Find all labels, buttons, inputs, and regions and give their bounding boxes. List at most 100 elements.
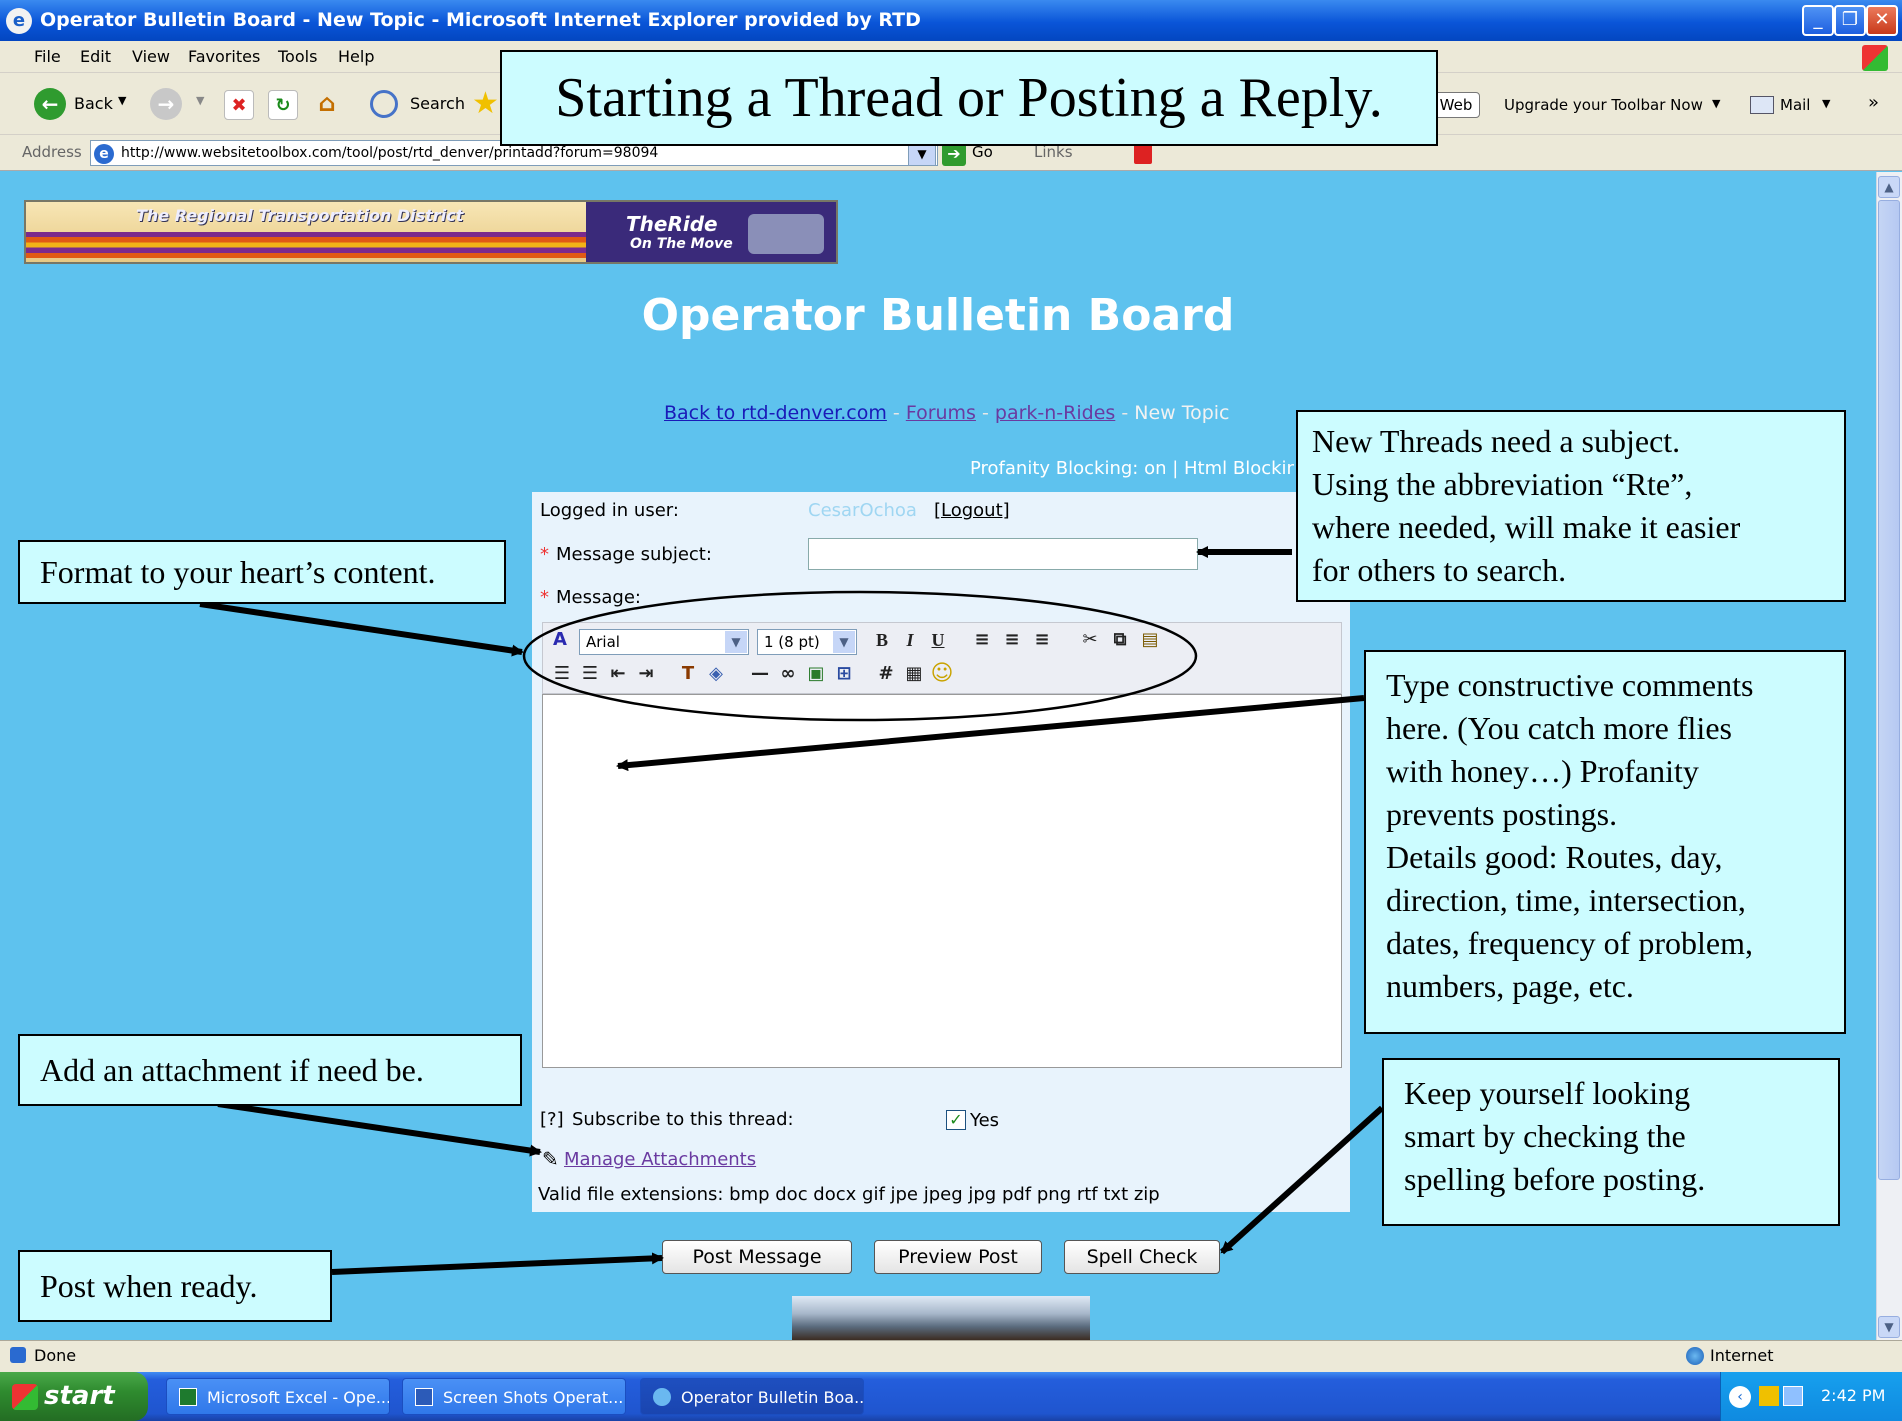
mail-dropdown-icon[interactable]: ▼ <box>1822 97 1830 110</box>
underline-icon[interactable]: U <box>925 627 951 653</box>
taskbar-ie[interactable]: Operator Bulletin Boa... <box>640 1378 864 1415</box>
forward-dropdown-icon[interactable]: ▼ <box>196 94 204 107</box>
spell-callout: Keep yourself looking smart by checking … <box>1382 1058 1840 1226</box>
post-callout-text: Post when ready. <box>40 1268 258 1304</box>
toolbar-more-icon[interactable]: » <box>1868 92 1879 113</box>
park-n-rides-link[interactable]: park-n-Rides <box>995 402 1115 424</box>
network-icon[interactable] <box>1783 1386 1803 1406</box>
spell-callout-line: Keep yourself looking <box>1404 1075 1691 1111</box>
mail-button-label[interactable]: Mail <box>1780 96 1810 114</box>
bold-icon[interactable]: B <box>869 627 895 653</box>
upgrade-toolbar-link[interactable]: Upgrade your Toolbar Now <box>1504 96 1703 114</box>
message-textarea[interactable] <box>542 694 1342 1068</box>
close-button[interactable]: ✕ <box>1866 5 1898 36</box>
subscribe-help-link[interactable]: [?] <box>540 1109 564 1130</box>
window-titlebar[interactable]: Operator Bulletin Board - New Topic - Mi… <box>0 0 1902 41</box>
subscribe-checkbox[interactable]: ✓ <box>946 1110 966 1130</box>
manage-attachments-link[interactable]: Manage Attachments <box>564 1149 756 1170</box>
horizontal-rule-icon[interactable]: — <box>747 661 773 687</box>
scroll-down-button[interactable]: ▼ <box>1878 1316 1900 1338</box>
italic-icon[interactable]: I <box>897 627 923 653</box>
minimize-button[interactable]: _ <box>1802 5 1834 36</box>
preview-post-button[interactable]: Preview Post <box>874 1240 1042 1274</box>
subject-label: Message subject: <box>556 544 712 565</box>
smiley-icon[interactable]: ☺ <box>929 661 955 687</box>
ordered-list-icon[interactable]: ☰ <box>549 661 575 687</box>
mail-icon[interactable] <box>1750 96 1774 114</box>
copy-icon[interactable]: ⧉ <box>1107 627 1133 653</box>
align-left-icon[interactable]: ≡ <box>969 627 995 653</box>
upgrade-dropdown-icon[interactable]: ▼ <box>1712 97 1720 110</box>
comments-callout: Type constructive comments here. (You ca… <box>1364 650 1846 1034</box>
subscribe-yes-label: Yes <box>970 1110 1000 1131</box>
quote-icon[interactable]: ▦ <box>901 661 927 687</box>
menu-tools[interactable]: Tools <box>278 47 317 66</box>
menu-file[interactable]: File <box>34 47 61 66</box>
status-text: Done <box>34 1346 77 1365</box>
subject-input[interactable] <box>808 538 1198 570</box>
outdent-icon[interactable]: ⇤ <box>605 661 631 687</box>
unordered-list-icon[interactable]: ☰ <box>577 661 603 687</box>
forward-arrow-icon[interactable]: → <box>150 88 182 120</box>
banner-stripes <box>26 232 586 258</box>
image-icon[interactable]: ▣ <box>803 661 829 687</box>
page-icon: e <box>94 144 114 164</box>
comments-callout-line: here. (You catch more flies <box>1386 710 1732 746</box>
search-button-label[interactable]: Search <box>410 94 465 113</box>
address-label: Address <box>22 143 82 161</box>
stop-icon[interactable]: ✖ <box>224 90 254 120</box>
indent-icon[interactable]: ⇥ <box>633 661 659 687</box>
spell-check-button[interactable]: Spell Check <box>1064 1240 1220 1274</box>
size-select[interactable]: 1 (8 pt) ▼ <box>757 629 857 655</box>
home-icon[interactable]: ⌂ <box>312 88 342 118</box>
tray-app-icon[interactable] <box>1759 1386 1779 1406</box>
back-to-site-link[interactable]: Back to rtd-denver.com <box>664 402 887 424</box>
breadcrumb: Back to rtd-denver.com - Forums - park-n… <box>664 402 1230 424</box>
tray-expand-icon[interactable]: ‹ <box>1729 1386 1751 1408</box>
font-style-icon[interactable]: A <box>547 627 573 653</box>
logout-link[interactable]: [Logout] <box>934 500 1010 521</box>
menu-favorites[interactable]: Favorites <box>188 47 260 66</box>
highlight-icon[interactable]: ◈ <box>703 661 729 687</box>
back-button-label[interactable]: Back <box>74 94 113 113</box>
refresh-icon[interactable]: ↻ <box>268 90 298 120</box>
subject-callout: New Threads need a subject. Using the ab… <box>1296 410 1846 602</box>
word-icon <box>415 1388 433 1406</box>
scroll-up-button[interactable]: ▲ <box>1878 176 1900 198</box>
align-center-icon[interactable]: ≡ <box>999 627 1025 653</box>
menu-help[interactable]: Help <box>338 47 374 66</box>
menu-edit[interactable]: Edit <box>80 47 111 66</box>
zone-text: Internet <box>1710 1346 1774 1365</box>
page-status-icon <box>10 1347 26 1363</box>
rtd-banner: The Regional Transportation District The… <box>24 200 838 264</box>
menu-view[interactable]: View <box>132 47 170 66</box>
hash-icon[interactable]: # <box>873 661 899 687</box>
post-message-button[interactable]: Post Message <box>662 1240 852 1274</box>
footer-photo <box>792 1296 1090 1340</box>
search-icon[interactable] <box>370 90 398 118</box>
banner-brand: TheRide <box>626 212 718 236</box>
font-select[interactable]: Arial ▼ <box>579 629 749 655</box>
ie-icon: e <box>6 8 32 34</box>
valid-extensions: Valid file extensions: bmp doc docx gif … <box>538 1184 1160 1205</box>
paste-icon[interactable]: ▤ <box>1137 627 1163 653</box>
text-color-icon[interactable]: T <box>675 661 701 687</box>
link-icon[interactable]: ∞ <box>775 661 801 687</box>
comments-callout-line: dates, frequency of problem, <box>1386 925 1753 961</box>
maximize-button[interactable]: ❐ <box>1834 5 1866 36</box>
taskbar-excel[interactable]: Microsoft Excel - Ope... <box>166 1378 390 1415</box>
favorites-star-icon[interactable]: ★ <box>472 86 499 121</box>
taskbar-word[interactable]: Screen Shots Operat... <box>402 1378 626 1415</box>
align-right-icon[interactable]: ≡ <box>1029 627 1055 653</box>
font-select-value: Arial <box>586 633 620 651</box>
back-arrow-icon[interactable]: ← <box>34 88 66 120</box>
page-title: Operator Bulletin Board <box>641 290 1235 341</box>
back-dropdown-icon[interactable]: ▼ <box>118 94 126 107</box>
forums-link[interactable]: Forums <box>906 402 976 424</box>
banner-agency: The Regional Transportation District <box>136 206 464 225</box>
table-icon[interactable]: ⊞ <box>831 661 857 687</box>
web-search-button[interactable]: Web <box>1432 92 1480 118</box>
cut-icon[interactable]: ✂ <box>1077 627 1103 653</box>
scrollbar-thumb[interactable] <box>1878 200 1900 1180</box>
breadcrumb-separator: - <box>1115 402 1135 424</box>
